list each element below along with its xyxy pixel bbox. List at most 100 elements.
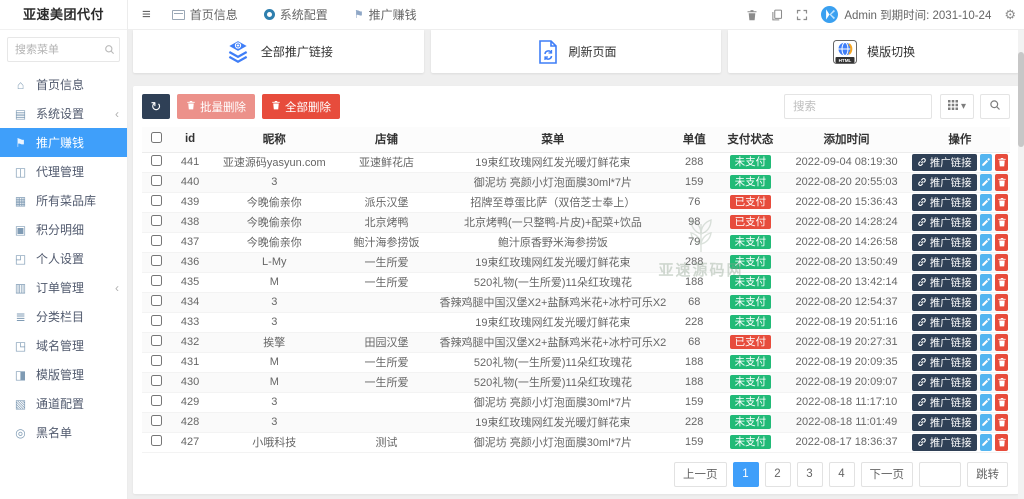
- row-checkbox[interactable]: [150, 215, 162, 226]
- edit-button[interactable]: [979, 353, 993, 371]
- delete-button[interactable]: [995, 433, 1008, 451]
- shortcut-card-1[interactable]: 全部推广链接: [133, 30, 424, 73]
- row-checkbox[interactable]: [150, 155, 162, 166]
- row-checkbox[interactable]: [150, 315, 162, 326]
- row-checkbox[interactable]: [150, 275, 162, 286]
- row-checkbox[interactable]: [150, 255, 162, 266]
- edit-button[interactable]: [979, 273, 993, 291]
- tab-2[interactable]: 系统配置: [251, 0, 341, 30]
- edit-button[interactable]: [979, 313, 993, 331]
- columns-dropdown-button[interactable]: ▾: [940, 94, 974, 119]
- gear-icon[interactable]: ⚙: [1004, 7, 1016, 23]
- delete-button[interactable]: [995, 373, 1008, 391]
- account-menu[interactable]: Admin 到期时间: 2031-10-24: [821, 6, 991, 23]
- sidebar-item-8[interactable]: ▥ 订单管理 ‹: [0, 273, 127, 302]
- sidebar-item-4[interactable]: ◫ 代理管理: [0, 157, 127, 186]
- delete-button[interactable]: [995, 173, 1008, 191]
- row-checkbox[interactable]: [150, 435, 162, 446]
- row-checkbox[interactable]: [150, 195, 162, 206]
- copy-icon[interactable]: [771, 9, 783, 21]
- delete-button[interactable]: [995, 413, 1008, 431]
- edit-button[interactable]: [979, 333, 993, 351]
- promo-link-button[interactable]: 推广链接: [911, 273, 977, 291]
- promo-link-button[interactable]: 推广链接: [911, 433, 977, 451]
- promo-link-button[interactable]: 推广链接: [911, 253, 977, 271]
- edit-button[interactable]: [979, 413, 993, 431]
- column-header[interactable]: id: [170, 127, 211, 153]
- promo-link-button[interactable]: 推广链接: [911, 373, 977, 391]
- delete-button[interactable]: [995, 333, 1008, 351]
- refresh-button[interactable]: ↻: [142, 94, 170, 119]
- edit-button[interactable]: [979, 293, 993, 311]
- edit-button[interactable]: [979, 253, 993, 271]
- hamburger-menu-icon[interactable]: ≡: [134, 6, 159, 23]
- edit-button[interactable]: [979, 373, 993, 391]
- column-header[interactable]: 单值: [671, 127, 718, 153]
- edit-button[interactable]: [979, 193, 993, 211]
- edit-button[interactable]: [979, 433, 993, 451]
- delete-button[interactable]: [995, 293, 1008, 311]
- sidebar-item-9[interactable]: ≣ 分类栏目: [0, 302, 127, 331]
- scrollbar[interactable]: [1018, 30, 1024, 499]
- row-checkbox[interactable]: [150, 415, 162, 426]
- next-page-button[interactable]: 下一页: [860, 461, 913, 487]
- promo-link-button[interactable]: 推广链接: [911, 153, 977, 171]
- delete-button[interactable]: [995, 353, 1008, 371]
- sidebar-item-2[interactable]: ▤ 系统设置 ‹: [0, 99, 127, 128]
- promo-link-button[interactable]: 推广链接: [911, 333, 977, 351]
- page-button-3[interactable]: 3: [796, 461, 823, 487]
- column-header[interactable]: 添加时间: [783, 127, 910, 153]
- column-header[interactable]: 昵称: [210, 127, 339, 153]
- edit-button[interactable]: [979, 153, 993, 171]
- column-header[interactable]: 店铺: [338, 127, 435, 153]
- column-header[interactable]: 操作: [909, 127, 1010, 153]
- sidebar-item-10[interactable]: ◳ 域名管理: [0, 331, 127, 360]
- prev-page-button[interactable]: 上一页: [674, 461, 727, 487]
- row-checkbox[interactable]: [150, 175, 162, 186]
- delete-button[interactable]: [995, 393, 1008, 411]
- promo-link-button[interactable]: 推广链接: [911, 293, 977, 311]
- sidebar-item-6[interactable]: ▣ 积分明细: [0, 215, 127, 244]
- delete-button[interactable]: [995, 273, 1008, 291]
- search-submit-button[interactable]: [980, 94, 1010, 119]
- row-checkbox[interactable]: [150, 355, 162, 366]
- row-checkbox[interactable]: [150, 295, 162, 306]
- sidebar-item-7[interactable]: ◰ 个人设置: [0, 244, 127, 273]
- tab-3[interactable]: ⚑ 推广赚钱: [341, 0, 430, 30]
- row-checkbox[interactable]: [150, 335, 162, 346]
- fullscreen-icon[interactable]: [796, 9, 808, 21]
- row-checkbox[interactable]: [150, 235, 162, 246]
- page-jump-input[interactable]: [919, 461, 961, 487]
- shortcut-card-2[interactable]: 刷新页面: [430, 30, 722, 73]
- select-all-checkbox[interactable]: [150, 132, 162, 144]
- delete-button[interactable]: [995, 153, 1008, 171]
- page-button-4[interactable]: 4: [828, 461, 855, 487]
- promo-link-button[interactable]: 推广链接: [911, 173, 977, 191]
- tab-1[interactable]: 首页信息: [159, 0, 251, 30]
- delete-button[interactable]: [995, 313, 1008, 331]
- jump-button[interactable]: 跳转: [967, 461, 1008, 487]
- promo-link-button[interactable]: 推广链接: [911, 393, 977, 411]
- promo-link-button[interactable]: 推广链接: [911, 313, 977, 331]
- page-button-2[interactable]: 2: [764, 461, 791, 487]
- row-checkbox[interactable]: [150, 375, 162, 386]
- promo-link-button[interactable]: 推广链接: [911, 413, 977, 431]
- batch-delete-button[interactable]: 批量删除: [177, 94, 255, 119]
- sidebar-item-11[interactable]: ◨ 模版管理: [0, 360, 127, 389]
- promo-link-button[interactable]: 推广链接: [911, 353, 977, 371]
- column-header[interactable]: 支付状态: [717, 127, 784, 153]
- delete-all-button[interactable]: 全部删除: [262, 94, 340, 119]
- row-checkbox[interactable]: [150, 395, 162, 406]
- sidebar-item-12[interactable]: ▧ 通道配置: [0, 389, 127, 418]
- edit-button[interactable]: [979, 393, 993, 411]
- trash-icon[interactable]: [746, 9, 758, 21]
- scrollbar-thumb[interactable]: [1018, 52, 1024, 147]
- promo-link-button[interactable]: 推广链接: [911, 193, 977, 211]
- sidebar-item-3[interactable]: ⚑ 推广赚钱: [0, 128, 127, 157]
- edit-button[interactable]: [979, 173, 993, 191]
- sidebar-item-13[interactable]: ◎ 黑名单: [0, 418, 127, 447]
- table-search-input[interactable]: [784, 94, 932, 119]
- sidebar-item-5[interactable]: ▦ 所有菜品库: [0, 186, 127, 215]
- delete-button[interactable]: [995, 233, 1008, 251]
- delete-button[interactable]: [995, 253, 1008, 271]
